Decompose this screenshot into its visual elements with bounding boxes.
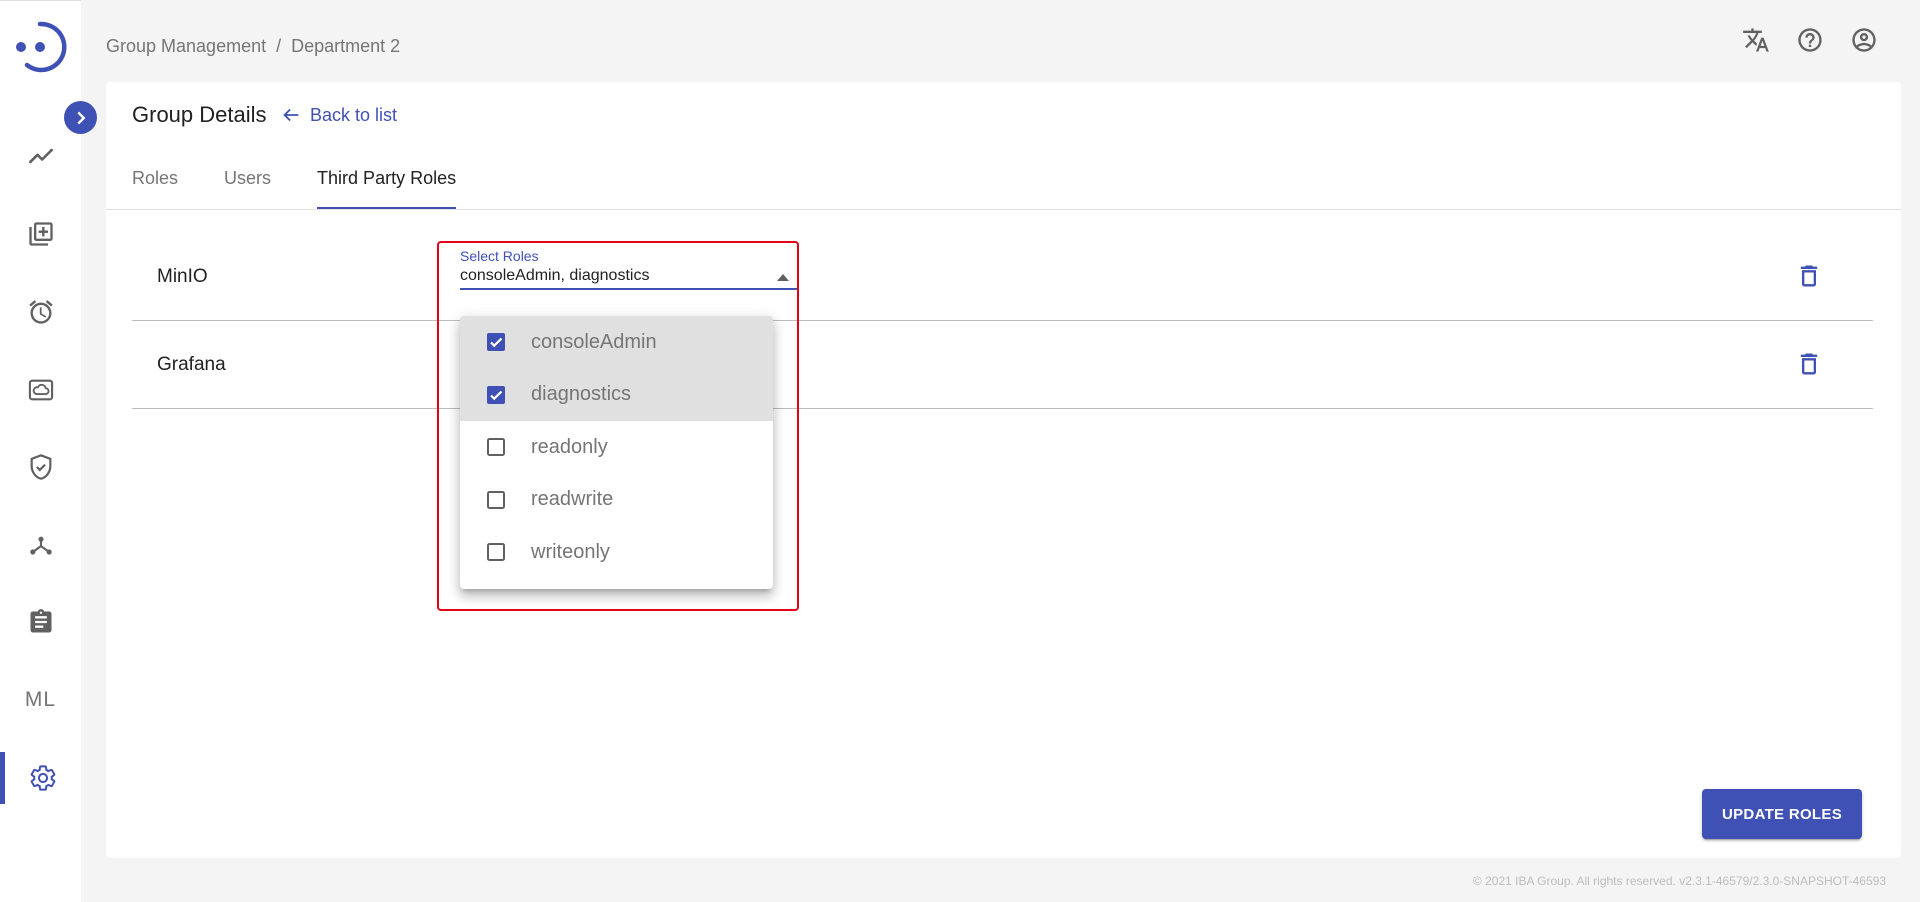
back-to-list-link[interactable]: Back to list xyxy=(280,104,397,126)
cloud-storage-icon xyxy=(28,379,53,401)
breadcrumb-item-department: Department 2 xyxy=(291,36,401,56)
chevron-right-icon xyxy=(76,111,85,124)
checkbox-checked-icon xyxy=(484,330,508,354)
tab-roles[interactable]: Roles xyxy=(132,166,178,210)
checkbox-unchecked-icon xyxy=(484,540,508,564)
account-button[interactable] xyxy=(1848,24,1880,56)
arrow-left-icon xyxy=(283,108,299,122)
dropdown-option-consoleadmin[interactable]: consoleAdmin xyxy=(460,316,773,369)
sidebar-item-alarm[interactable] xyxy=(0,286,81,338)
help-icon xyxy=(1798,28,1822,52)
checkbox-unchecked-icon xyxy=(484,488,508,512)
footer-copyright: © 2021 IBA Group. All rights reserved. v… xyxy=(1472,874,1886,888)
sidebar-item-settings[interactable] xyxy=(0,752,81,804)
role-row-minio: MinIO xyxy=(132,234,1873,321)
tab-bar: Roles Users Third Party Roles xyxy=(132,166,502,210)
sidebar-item-label: ML xyxy=(24,688,57,711)
group-details-card: Group Details Back to list Roles Users T… xyxy=(106,82,1901,858)
page-title: Group Details xyxy=(132,102,267,127)
sidebar: ML xyxy=(0,0,81,902)
checkbox-checked-icon xyxy=(484,383,508,407)
translate-button[interactable] xyxy=(1740,24,1772,56)
help-button[interactable] xyxy=(1794,24,1826,56)
caret-up-icon xyxy=(777,274,789,281)
sidebar-expand-button[interactable] xyxy=(64,101,97,134)
option-label: diagnostics xyxy=(531,383,632,406)
account-icon xyxy=(1852,28,1876,52)
sidebar-item-library[interactable] xyxy=(0,208,81,260)
option-label: readwrite xyxy=(531,488,614,511)
sidebar-item-ml[interactable]: ML xyxy=(0,674,81,726)
app-logo[interactable] xyxy=(10,17,70,77)
sidebar-item-cloud[interactable] xyxy=(0,364,81,416)
header-actions xyxy=(1740,24,1880,56)
back-link-label: Back to list xyxy=(310,104,398,125)
gear-icon xyxy=(30,765,56,791)
trash-icon xyxy=(1800,353,1818,375)
shield-check-icon xyxy=(30,454,51,480)
breadcrumb: Group Management / Department 2 xyxy=(106,36,400,57)
select-label: Select Roles xyxy=(460,248,539,264)
role-row-grafana: Grafana xyxy=(132,322,1873,409)
trending-line-icon xyxy=(28,148,53,164)
sidebar-item-network[interactable] xyxy=(0,519,81,571)
option-label: readonly xyxy=(531,435,608,458)
dropdown-option-writeonly[interactable]: writeonly xyxy=(460,526,773,579)
tab-third-party-roles[interactable]: Third Party Roles xyxy=(317,166,457,210)
dropdown-option-readwrite[interactable]: readwrite xyxy=(460,474,773,527)
update-roles-button[interactable]: UPDATE ROLES xyxy=(1702,789,1862,839)
sidebar-item-analytics[interactable] xyxy=(0,130,81,182)
sidebar-item-security[interactable] xyxy=(0,441,81,493)
select-underline xyxy=(460,288,797,290)
sidebar-item-assignment[interactable] xyxy=(0,596,81,648)
breadcrumb-separator: / xyxy=(276,36,282,56)
dropdown-option-readonly[interactable]: readonly xyxy=(460,421,773,474)
option-label: writeonly xyxy=(531,540,610,563)
hub-icon xyxy=(29,536,52,555)
checkbox-unchecked-icon xyxy=(484,435,508,459)
translate-icon xyxy=(1743,28,1769,52)
breadcrumb-item-group-management[interactable]: Group Management xyxy=(106,36,266,56)
row-label: MinIO xyxy=(157,266,208,287)
select-roles-field[interactable]: Select Roles consoleAdmin, diagnostics xyxy=(460,248,797,290)
select-value: consoleAdmin, diagnostics xyxy=(460,267,650,284)
trash-icon xyxy=(1800,265,1818,287)
tabs-divider xyxy=(106,209,1901,210)
option-label: consoleAdmin xyxy=(531,330,657,353)
delete-button[interactable] xyxy=(1793,346,1825,382)
roles-dropdown-menu: consoleAdmin diagnostics readonly readwr… xyxy=(460,316,773,589)
tab-users[interactable]: Users xyxy=(224,166,271,210)
clipboard-icon xyxy=(30,609,51,633)
alarm-icon xyxy=(28,300,53,324)
delete-button[interactable] xyxy=(1793,258,1825,294)
row-label: Grafana xyxy=(157,354,226,375)
library-add-icon xyxy=(28,222,53,246)
dropdown-option-diagnostics[interactable]: diagnostics xyxy=(460,368,773,421)
